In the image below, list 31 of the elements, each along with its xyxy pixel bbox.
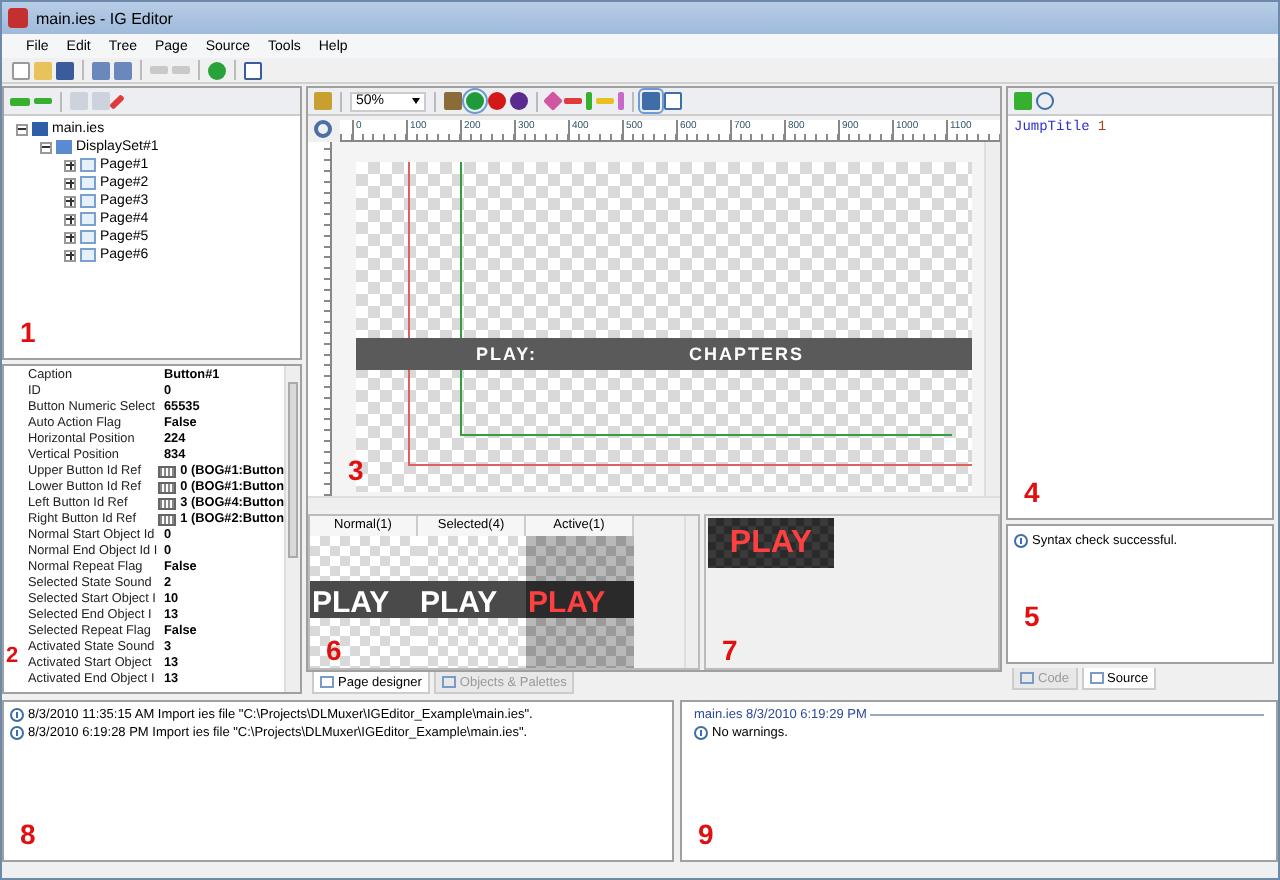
file-icon bbox=[32, 122, 48, 136]
collapse-icon[interactable] bbox=[40, 141, 52, 153]
scrollbar[interactable] bbox=[284, 366, 300, 692]
window-title: main.ies - IG Editor bbox=[36, 9, 173, 27]
annotation-number: 4 bbox=[1024, 478, 1040, 506]
annotation-number: 5 bbox=[1024, 602, 1040, 630]
expand-icon[interactable] bbox=[64, 249, 76, 261]
annotation-number: 3 bbox=[348, 456, 364, 484]
annotation-number: 6 bbox=[326, 636, 342, 664]
button-image: PLAY bbox=[418, 536, 526, 668]
annotation-number: 7 bbox=[722, 636, 738, 664]
expand-icon[interactable] bbox=[64, 213, 76, 225]
expand-icon[interactable] bbox=[64, 159, 76, 171]
expand-icon[interactable] bbox=[64, 231, 76, 243]
expand-icon[interactable] bbox=[64, 195, 76, 207]
info-icon bbox=[694, 726, 708, 740]
minus-icon[interactable] bbox=[34, 98, 52, 104]
annotation-number: 9 bbox=[698, 820, 714, 848]
caret-icon bbox=[412, 98, 420, 104]
expand-icon[interactable] bbox=[64, 177, 76, 189]
annotation-number: 1 bbox=[20, 318, 36, 346]
info-icon bbox=[1014, 534, 1028, 548]
annotation-number: 2 bbox=[6, 646, 19, 668]
button-image: PLAY bbox=[708, 518, 834, 568]
button-image: PLAY bbox=[526, 536, 634, 668]
button-text: PLAY: bbox=[476, 344, 538, 364]
app-logo-icon bbox=[8, 8, 28, 28]
check-icon[interactable] bbox=[208, 61, 226, 79]
annotation-number: 8 bbox=[20, 820, 36, 848]
button-text: CHAPTERS bbox=[689, 344, 805, 364]
collapse-icon[interactable] bbox=[16, 123, 28, 135]
